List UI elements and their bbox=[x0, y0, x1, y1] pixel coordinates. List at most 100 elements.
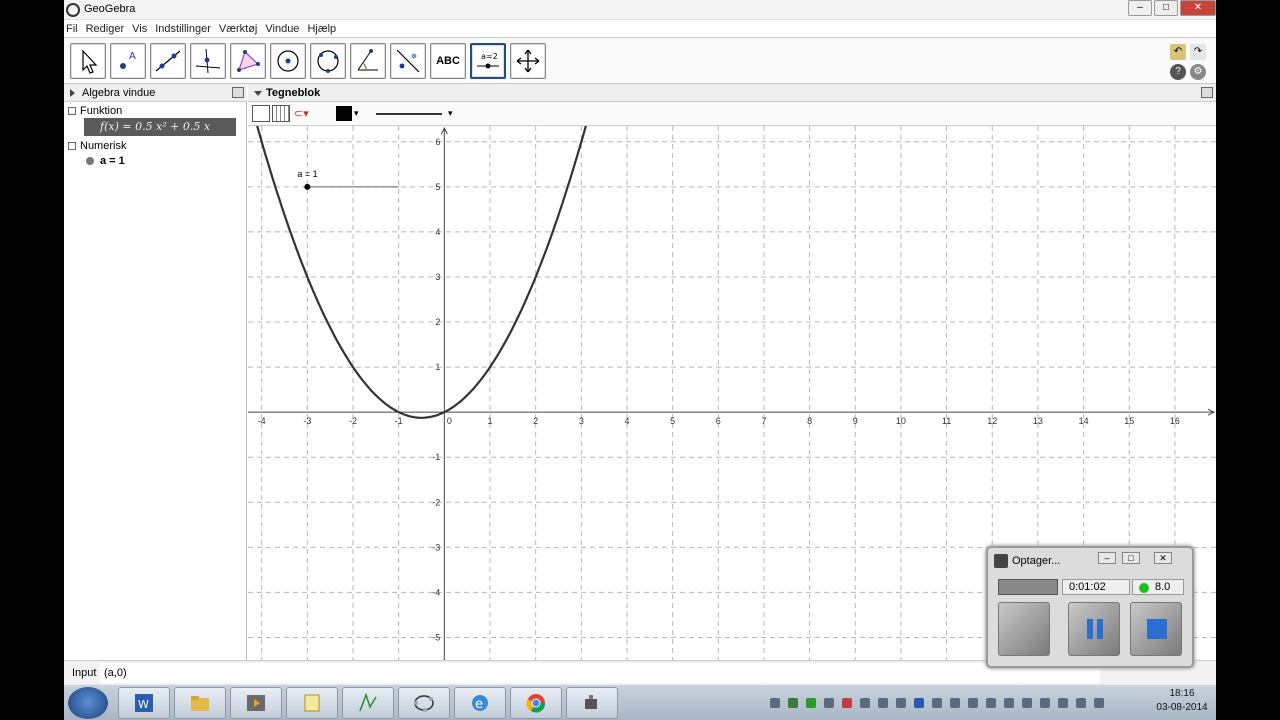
pause-button[interactable] bbox=[1068, 602, 1120, 656]
start-button[interactable] bbox=[68, 687, 108, 719]
graphics-view-maximize-button[interactable] bbox=[1201, 87, 1213, 98]
slider-point bbox=[304, 183, 311, 190]
point-capture-icon[interactable]: ⊂▾ bbox=[294, 107, 316, 121]
input-field[interactable] bbox=[100, 663, 1100, 683]
text-tool-button[interactable]: ABC bbox=[430, 43, 466, 79]
help-icon[interactable]: ? bbox=[1170, 64, 1186, 80]
ie-taskbar-button[interactable]: e bbox=[454, 687, 506, 719]
word-taskbar-button[interactable]: W bbox=[118, 687, 170, 719]
algebra-view-maximize-button[interactable] bbox=[232, 87, 244, 98]
color-dropdown-icon[interactable]: ▾ bbox=[354, 108, 359, 119]
menu-hjaelp[interactable]: Hjælp bbox=[307, 20, 336, 37]
color-swatch-icon[interactable] bbox=[336, 106, 352, 121]
algebra-view-title: Algebra vindue bbox=[82, 87, 156, 99]
tray-icon[interactable] bbox=[878, 698, 888, 708]
perpendicular-tool-button[interactable] bbox=[190, 43, 226, 79]
line-style-icon[interactable] bbox=[376, 113, 442, 115]
wifi-icon[interactable] bbox=[1076, 698, 1086, 708]
tray-icon[interactable] bbox=[932, 698, 942, 708]
stop-button[interactable] bbox=[1130, 602, 1182, 656]
y-tick-label: 6 bbox=[435, 137, 440, 147]
minimize-button[interactable]: – bbox=[1128, 0, 1152, 16]
x-tick-label: -4 bbox=[258, 416, 266, 426]
menu-vis[interactable]: Vis bbox=[132, 20, 147, 37]
tray-icon[interactable] bbox=[1022, 698, 1032, 708]
collapse-triangle-icon[interactable] bbox=[254, 91, 262, 96]
recorder-taskbar-button[interactable] bbox=[566, 687, 618, 719]
recorder-close-button[interactable]: ✕ bbox=[1154, 552, 1172, 564]
x-tick-label: 11 bbox=[942, 416, 951, 426]
reflect-tool-button[interactable] bbox=[390, 43, 426, 79]
move-tool-button[interactable] bbox=[70, 43, 106, 79]
media-player-icon bbox=[247, 695, 265, 711]
settings-gear-icon[interactable]: ⚙ bbox=[1190, 64, 1206, 80]
line-style-dropdown-icon[interactable]: ▾ bbox=[448, 108, 453, 119]
x-tick-label: 16 bbox=[1170, 416, 1180, 426]
x-tick-label: 6 bbox=[716, 416, 721, 426]
move-view-tool-button[interactable] bbox=[510, 43, 546, 79]
recording-fps: 8.0 bbox=[1132, 579, 1184, 595]
tray-icon[interactable] bbox=[842, 698, 852, 708]
tray-icon[interactable] bbox=[896, 698, 906, 708]
camera-icon bbox=[994, 554, 1008, 568]
tray-icon[interactable] bbox=[806, 698, 816, 708]
explorer-taskbar-button[interactable] bbox=[174, 687, 226, 719]
tray-icon[interactable] bbox=[824, 698, 834, 708]
app-taskbar-button[interactable] bbox=[286, 687, 338, 719]
x-tick-label: 3 bbox=[579, 416, 584, 426]
menu-vindue[interactable]: Vindue bbox=[265, 20, 299, 37]
tray-icon[interactable] bbox=[788, 698, 798, 708]
geogebra-logo-icon bbox=[66, 3, 80, 17]
chrome-taskbar-button[interactable] bbox=[510, 687, 562, 719]
function-text: f(x) = 0.5 x² + 0.5 x bbox=[100, 120, 211, 133]
circle-three-points-tool-button[interactable] bbox=[310, 43, 346, 79]
toggle-grid-icon[interactable] bbox=[272, 105, 290, 122]
graphics-style-bar: ⊂▾ ▾ ▾ bbox=[248, 102, 1216, 126]
collapse-triangle-icon[interactable] bbox=[70, 89, 75, 97]
taskbar-clock[interactable]: 18:16 03-08-2014 bbox=[1152, 687, 1212, 715]
volume-icon[interactable] bbox=[1094, 698, 1104, 708]
menu-bar: Fil Rediger Vis Indstillinger Værktøj Vi… bbox=[64, 20, 1216, 38]
menu-rediger[interactable]: Rediger bbox=[86, 20, 125, 37]
point-tool-button[interactable]: A bbox=[110, 43, 146, 79]
tray-icon[interactable] bbox=[1004, 698, 1014, 708]
network-icon[interactable] bbox=[1040, 698, 1050, 708]
tray-icon[interactable] bbox=[860, 698, 870, 708]
folder-icon bbox=[68, 142, 76, 151]
line-tool-button[interactable] bbox=[150, 43, 186, 79]
tray-icon[interactable] bbox=[1058, 698, 1068, 708]
slider-tool-button[interactable]: a=2 bbox=[470, 43, 506, 79]
redo-icon[interactable]: ↷ bbox=[1190, 44, 1206, 60]
menu-indstillinger[interactable]: Indstillinger bbox=[155, 20, 211, 37]
recorder-minimize-button[interactable]: – bbox=[1098, 552, 1116, 564]
record-button[interactable] bbox=[998, 602, 1050, 656]
polygon-tool-button[interactable] bbox=[230, 43, 266, 79]
tree-node-functions[interactable]: Funktion bbox=[68, 105, 122, 117]
menu-vaerktoej[interactable]: Værktøj bbox=[219, 20, 258, 37]
tray-icon[interactable] bbox=[968, 698, 978, 708]
function-entry[interactable]: f(x) = 0.5 x² + 0.5 x bbox=[84, 118, 236, 136]
numeric-entry[interactable]: a = 1 bbox=[86, 155, 125, 167]
numeric-label: Numerisk bbox=[80, 140, 127, 152]
menu-fil[interactable]: Fil bbox=[66, 20, 78, 37]
tree-node-numeric[interactable]: Numerisk bbox=[68, 140, 126, 152]
tray-icon[interactable] bbox=[950, 698, 960, 708]
flag-icon[interactable] bbox=[986, 698, 996, 708]
graph-app-taskbar-button[interactable] bbox=[342, 687, 394, 719]
angle-tool-button[interactable] bbox=[350, 43, 386, 79]
tray-icon[interactable] bbox=[770, 698, 780, 708]
x-tick-label: 0 bbox=[447, 416, 452, 426]
circle-tool-button[interactable] bbox=[270, 43, 306, 79]
circle-three-points-icon bbox=[317, 50, 339, 73]
maximize-button[interactable]: □ bbox=[1154, 0, 1178, 16]
media-taskbar-button[interactable] bbox=[230, 687, 282, 719]
bluetooth-icon[interactable] bbox=[914, 698, 924, 708]
geogebra-taskbar-button[interactable] bbox=[398, 687, 450, 719]
x-tick-label: 5 bbox=[670, 416, 675, 426]
recorder-restore-button[interactable]: □ bbox=[1122, 552, 1140, 564]
functions-label: Funktion bbox=[80, 105, 123, 117]
visibility-dot-icon[interactable] bbox=[86, 157, 94, 166]
toggle-axes-icon[interactable] bbox=[252, 105, 270, 122]
close-button[interactable]: ✕ bbox=[1180, 0, 1216, 16]
undo-icon[interactable]: ↶ bbox=[1170, 44, 1186, 60]
